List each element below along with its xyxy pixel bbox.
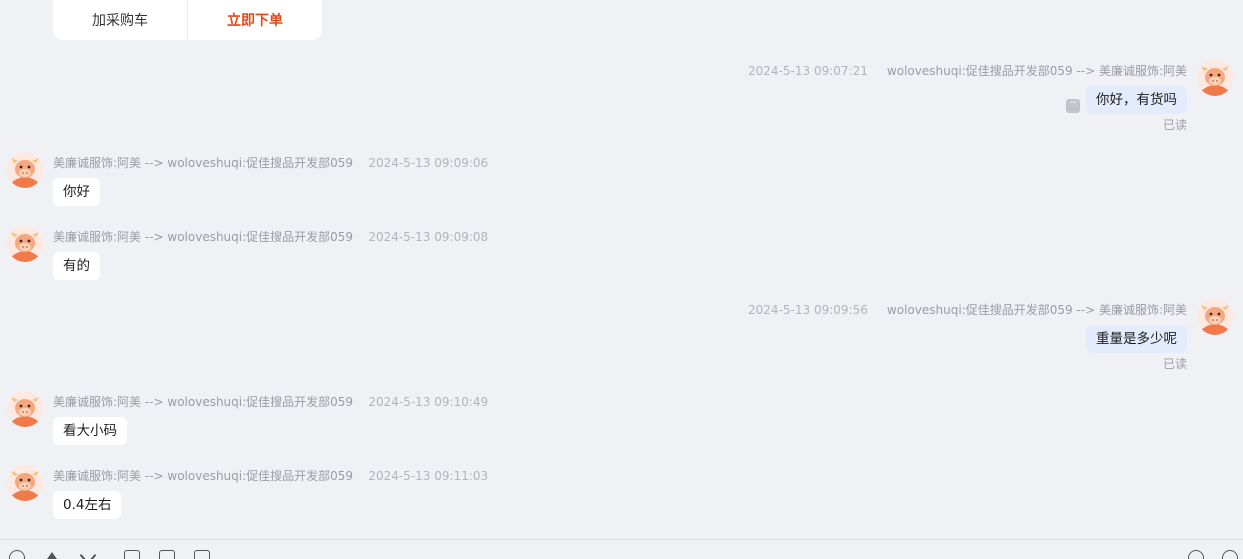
message-bubble: 看大小码	[53, 417, 127, 445]
message-bubble: 0.4左右	[53, 491, 122, 519]
message-route: 美廉诚服饰:阿美 --> woloveshuqi:促佳搜品开发部059	[53, 469, 354, 483]
message-route: woloveshuqi:促佳搜品开发部059 --> 美廉诚服饰:阿美	[886, 303, 1187, 317]
message-meta: 美廉诚服饰:阿美 --> woloveshuqi:促佳搜品开发部059 2024…	[53, 228, 488, 245]
avatar	[7, 152, 43, 188]
add-to-cart-button[interactable]: 加采购车	[53, 0, 188, 40]
add-icon[interactable]	[1188, 550, 1204, 559]
screenshot-icon[interactable]	[80, 550, 96, 559]
message-time: 2024-5-13 09:10:49	[368, 395, 489, 409]
message-time: 2024-5-13 09:11:03	[368, 469, 489, 483]
message-time: 2024-5-13 09:07:21	[748, 64, 868, 78]
quick-reply-icon[interactable]	[1222, 550, 1238, 559]
message-meta: 美廉诚服饰:阿美 --> woloveshuqi:促佳搜品开发部059 2024…	[53, 154, 488, 171]
message-time: 2024-5-13 09:09:06	[368, 156, 489, 170]
read-status: 已读	[1162, 118, 1187, 132]
avatar	[1197, 60, 1233, 96]
message-meta: 美廉诚服饰:阿美 --> woloveshuqi:促佳搜品开发部059 2024…	[53, 393, 488, 410]
image-icon[interactable]	[124, 550, 140, 559]
message-meta: 2024-5-13 09:09:56 woloveshuqi:促佳搜品开发部05…	[748, 301, 1187, 318]
message-bubble: 你好	[53, 178, 100, 206]
read-status: 已读	[1162, 357, 1187, 371]
more-options-icon[interactable]: ···	[1066, 99, 1080, 113]
cow-avatar-icon	[7, 226, 43, 262]
order-now-button[interactable]: 立即下单	[188, 0, 322, 40]
font-icon[interactable]	[45, 552, 59, 559]
chat-window: 加采购车 立即下单 2024-5-13 09:07:21 woloveshuqi…	[0, 0, 1243, 559]
message-bubble: 有的	[53, 252, 100, 280]
avatar	[7, 391, 43, 427]
cow-avatar-icon	[7, 465, 43, 501]
avatar	[1197, 299, 1233, 335]
message-meta: 美廉诚服饰:阿美 --> woloveshuqi:促佳搜品开发部059 2024…	[53, 467, 488, 484]
product-card: 加采购车 立即下单	[53, 0, 322, 40]
avatar	[7, 226, 43, 262]
message-time: 2024-5-13 09:09:08	[368, 230, 489, 244]
avatar	[7, 465, 43, 501]
message-route: woloveshuqi:促佳搜品开发部059 --> 美廉诚服饰:阿美	[886, 64, 1187, 78]
file-icon[interactable]	[159, 550, 175, 559]
cow-avatar-icon	[7, 152, 43, 188]
input-toolbar	[0, 539, 1243, 559]
message-bubble: 重量是多少呢	[1086, 325, 1187, 353]
emoji-icon[interactable]	[9, 550, 25, 559]
cow-avatar-icon	[1197, 60, 1233, 96]
message-route: 美廉诚服饰:阿美 --> woloveshuqi:促佳搜品开发部059	[53, 395, 354, 409]
cow-avatar-icon	[1197, 299, 1233, 335]
product-icon[interactable]	[194, 550, 210, 559]
cow-avatar-icon	[7, 391, 43, 427]
message-route: 美廉诚服饰:阿美 --> woloveshuqi:促佳搜品开发部059	[53, 230, 354, 244]
message-time: 2024-5-13 09:09:56	[748, 303, 868, 317]
message-meta: 2024-5-13 09:07:21 woloveshuqi:促佳搜品开发部05…	[748, 62, 1187, 79]
message-route: 美廉诚服饰:阿美 --> woloveshuqi:促佳搜品开发部059	[53, 156, 354, 170]
message-bubble: 你好，有货吗	[1086, 86, 1187, 114]
